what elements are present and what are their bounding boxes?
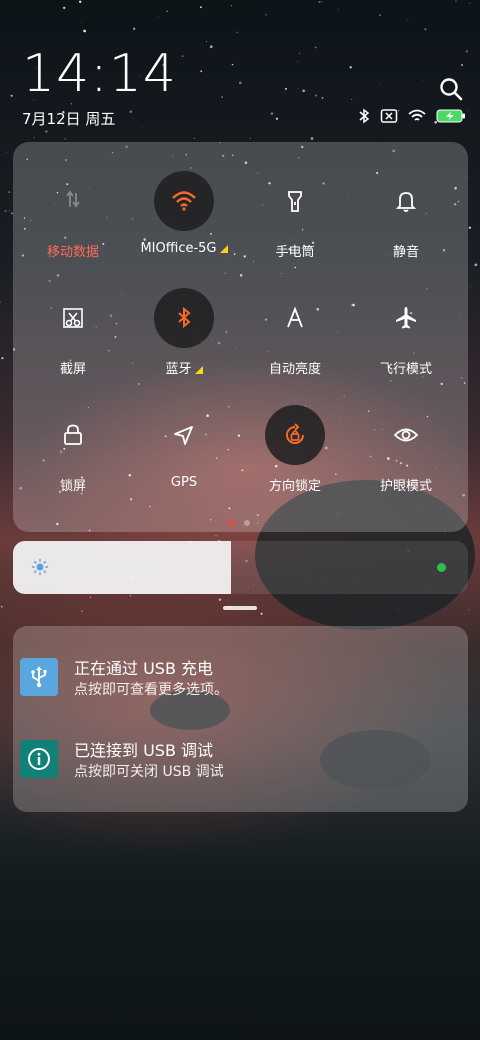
notification-usb-charging[interactable]: 正在通过 USB 充电 点按即可查看更多选项。 [20,658,228,700]
brightness-slider[interactable] [13,541,468,594]
tile-mobile-data[interactable]: 移动数据 [18,171,128,260]
tile-label: 护眼模式 [379,479,432,494]
tile-label: GPS [170,475,198,490]
tile-label: MIOffice-5G [129,241,239,256]
tile-label: 飞行模式 [379,362,432,377]
date[interactable]: 7月12日 周五 [22,108,115,129]
notification-body: 点按即可关闭 USB 调试 [74,764,224,780]
bell-icon [376,171,436,231]
usb-icon [20,658,58,696]
notification-title: 已连接到 USB 调试 [74,741,214,760]
notification-title: 正在通过 USB 充电 [74,659,214,678]
tile-mute[interactable]: 静音 [351,171,461,260]
lock-icon [43,405,103,465]
rotation-lock-icon [265,405,325,465]
drag-handle[interactable] [223,606,257,610]
mobile-data-icon [43,171,103,231]
tile-wifi[interactable]: MIOffice-5G [129,171,239,256]
battery-charging-icon [436,109,465,123]
notification-body: 点按即可查看更多选项。 [74,682,228,698]
signal-corner-icon [194,365,203,374]
info-icon [20,740,58,778]
no-sim-icon [380,109,398,123]
tile-label: 自动亮度 [268,362,321,377]
brightness-indicator-dot [437,563,446,572]
search-icon[interactable] [438,76,464,102]
tile-label: 截屏 [59,362,86,377]
bluetooth-icon [154,288,214,348]
clock[interactable]: 14:14 [22,44,177,104]
tile-screenshot[interactable]: 截屏 [18,288,128,377]
tile-label: 锁屏 [59,479,86,494]
tile-rotation-lock[interactable]: 方向锁定 [240,405,350,494]
tile-lock-screen[interactable]: 锁屏 [18,405,128,494]
page-indicator[interactable] [244,520,250,526]
bluetooth-status-icon [359,108,370,124]
auto-brightness-icon [265,288,325,348]
brightness-sun-icon [31,558,49,576]
tile-airplane[interactable]: 飞行模式 [351,288,461,377]
tile-auto-brightness[interactable]: 自动亮度 [240,288,350,377]
tile-label: 静音 [392,245,419,260]
wifi-icon [154,171,214,231]
tile-label: 移动数据 [46,245,99,260]
airplane-icon [376,288,436,348]
status-icons [358,108,466,124]
notification-usb-debugging[interactable]: 已连接到 USB 调试 点按即可关闭 USB 调试 [20,740,224,782]
wifi-status-icon [408,109,426,121]
notification-panel [13,626,468,812]
tile-flashlight[interactable]: 手电筒 [240,171,350,260]
tile-eye-care[interactable]: 护眼模式 [351,405,461,494]
scissors-icon [43,288,103,348]
signal-corner-icon [219,244,228,253]
tile-bluetooth[interactable]: 蓝牙 [129,288,239,377]
eye-icon [376,405,436,465]
flashlight-icon [265,171,325,231]
gps-icon [154,405,214,465]
tile-label: 手电筒 [275,245,315,260]
page-indicator-active [228,520,234,526]
tile-gps[interactable]: GPS [129,405,239,490]
tile-label: 方向锁定 [268,479,321,494]
tile-label: 蓝牙 [129,358,239,377]
